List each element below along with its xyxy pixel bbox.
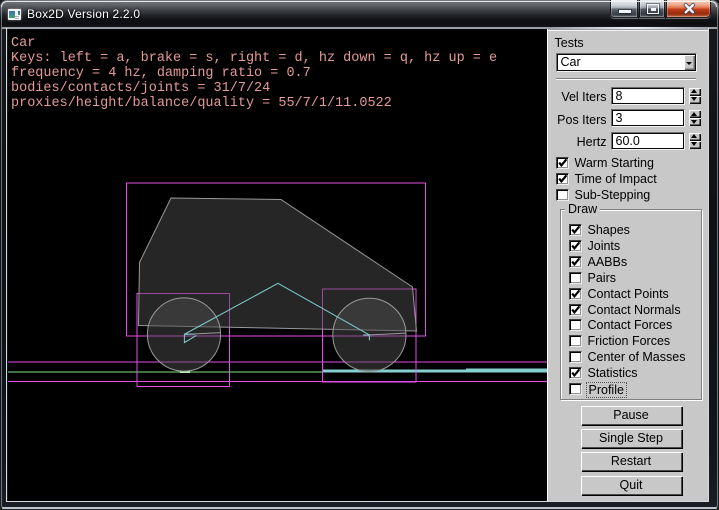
svg-text:bodies/contacts/joints = 31/7/: bodies/contacts/joints = 31/7/24 (11, 81, 270, 96)
svg-text:Keys: left = a, brake = s, rig: Keys: left = a, brake = s, right = d, hz… (11, 51, 497, 66)
svg-text:frequency = 4 hz, damping rati: frequency = 4 hz, damping ratio = 0.7 (11, 66, 311, 81)
svg-text:proxies/height/balance/quality: proxies/height/balance/quality = 55/7/1/… (11, 96, 392, 111)
svg-text:Car: Car (11, 36, 35, 51)
